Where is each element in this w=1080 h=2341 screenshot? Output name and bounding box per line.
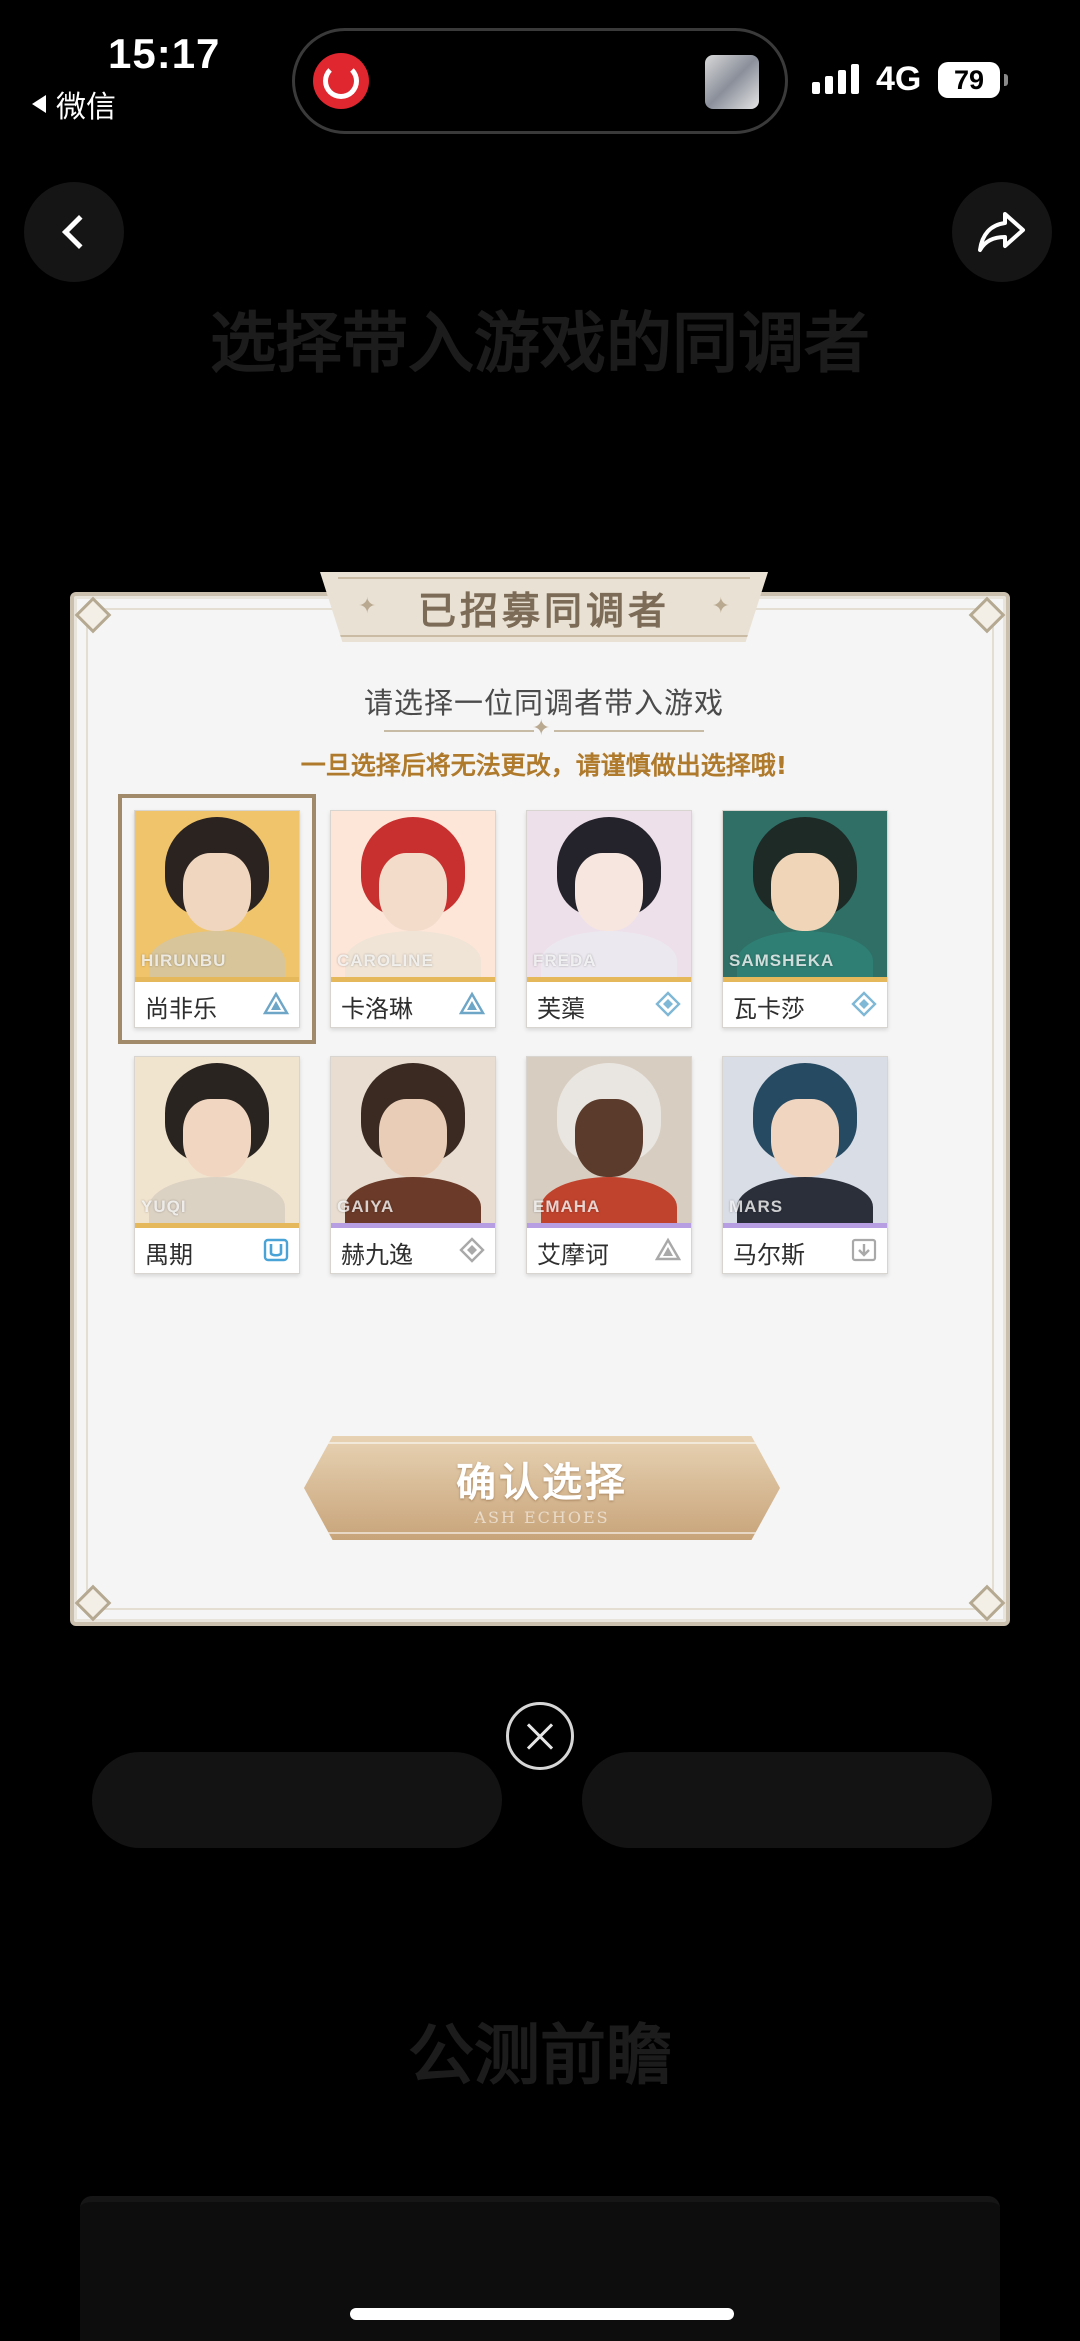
character-name: 禺期 <box>145 1241 193 1269</box>
character-name: 马尔斯 <box>733 1241 805 1269</box>
background-pill-left <box>92 1752 502 1848</box>
character-roman-name: GAIYA <box>337 1197 395 1216</box>
character-name: 尚非乐 <box>145 995 217 1023</box>
character-roman-name: MARS <box>729 1197 784 1216</box>
background-pill-right <box>582 1752 992 1848</box>
character-roman-name: SAMSHEKA <box>729 951 835 970</box>
dynamic-island[interactable] <box>292 28 788 134</box>
back-to-app[interactable]: 微信 <box>32 82 116 126</box>
diamond-element-icon <box>851 991 877 1017</box>
music-app-icon <box>313 53 369 109</box>
modal-title: 已招募同调者 <box>417 587 670 633</box>
rarity-strip <box>331 1223 495 1228</box>
share-button[interactable] <box>952 182 1052 282</box>
character-roman-name: HIRUNBU <box>141 951 227 970</box>
selection-warning: 一旦选择后将无法更改，请谨慎做出选择哦! <box>300 751 788 780</box>
character-card[interactable]: YUQI 禺期 <box>134 1056 300 1274</box>
character-card[interactable]: EMAHA 艾摩诃 <box>526 1056 692 1274</box>
modal-title-banner: ✦ 已招募同调者 ✦ <box>320 572 768 642</box>
character-roman-name: YUQI <box>141 1197 187 1216</box>
recruit-select-modal: ✦ 已招募同调者 ✦ 请选择一位同调者带入游戏 ✦ 一旦选择后将无法更改，请谨慎… <box>70 572 1010 1626</box>
character-card[interactable]: HIRUNBU 尚非乐 <box>118 794 316 1044</box>
character-name: 芙蕖 <box>537 995 585 1023</box>
sparkle-icon: ✦ <box>711 594 730 619</box>
rarity-strip <box>723 1223 887 1228</box>
back-app-label: 微信 <box>56 90 116 125</box>
rarity-strip <box>723 977 887 982</box>
character-name: 瓦卡莎 <box>733 995 805 1023</box>
character-name: 卡洛琳 <box>341 995 413 1023</box>
share-icon <box>978 212 1025 252</box>
character-roman-name: FREDA <box>533 951 597 970</box>
background-heading: 公测前瞻 <box>408 2016 672 2094</box>
battery-icon: 79 <box>938 62 1008 98</box>
corner-ornament <box>968 1584 1006 1622</box>
character-card[interactable]: CAROLINE 卡洛琳 <box>330 810 496 1028</box>
triangle-element-icon <box>654 1237 682 1263</box>
character-roman-name: EMAHA <box>533 1197 601 1216</box>
triangle-element-icon <box>458 991 486 1017</box>
corner-ornament <box>74 596 112 634</box>
rarity-strip <box>135 1223 299 1228</box>
divider <box>384 730 534 732</box>
character-card[interactable]: SAMSHEKA 瓦卡莎 <box>722 810 888 1028</box>
star-divider-icon: ✦ <box>532 716 551 741</box>
divider <box>554 730 704 732</box>
album-thumbnail <box>705 55 759 109</box>
sparkle-icon: ✦ <box>358 594 377 619</box>
close-modal-button[interactable] <box>506 1702 574 1770</box>
character-card[interactable]: FREDA 芙蕖 <box>526 810 692 1028</box>
status-time: 15:17 <box>108 30 221 77</box>
character-name: 艾摩诃 <box>537 1241 609 1269</box>
bracket-element-icon <box>263 1237 289 1263</box>
confirm-button-sublabel: ASH ECHOES <box>474 1507 610 1527</box>
diamond-element-icon <box>459 1237 485 1263</box>
chevron-left-icon <box>62 215 96 249</box>
corner-ornament <box>74 1584 112 1622</box>
back-button[interactable] <box>24 182 124 282</box>
background-title: 选择带入游戏的同调者 <box>210 304 870 382</box>
home-indicator[interactable] <box>350 2308 734 2320</box>
character-card[interactable]: GAIYA 赫九逸 <box>330 1056 496 1274</box>
diamond-element-icon <box>655 991 681 1017</box>
rarity-strip <box>331 977 495 982</box>
network-label: 4G <box>876 60 922 98</box>
confirm-button-label: 确认选择 <box>456 1459 628 1506</box>
rarity-strip <box>527 1223 691 1228</box>
arrow-down-element-icon <box>851 1237 877 1263</box>
rarity-strip <box>527 977 691 982</box>
confirm-selection-button[interactable]: 确认选择 ASH ECHOES <box>304 1436 780 1540</box>
triangle-element-icon <box>262 991 290 1017</box>
back-triangle-icon <box>32 95 46 113</box>
character-roman-name: CAROLINE <box>337 951 434 970</box>
character-name: 赫九逸 <box>341 1241 413 1269</box>
rarity-strip <box>135 977 299 982</box>
corner-ornament <box>968 596 1006 634</box>
character-card[interactable]: MARS 马尔斯 <box>722 1056 888 1274</box>
signal-icon <box>812 64 859 94</box>
